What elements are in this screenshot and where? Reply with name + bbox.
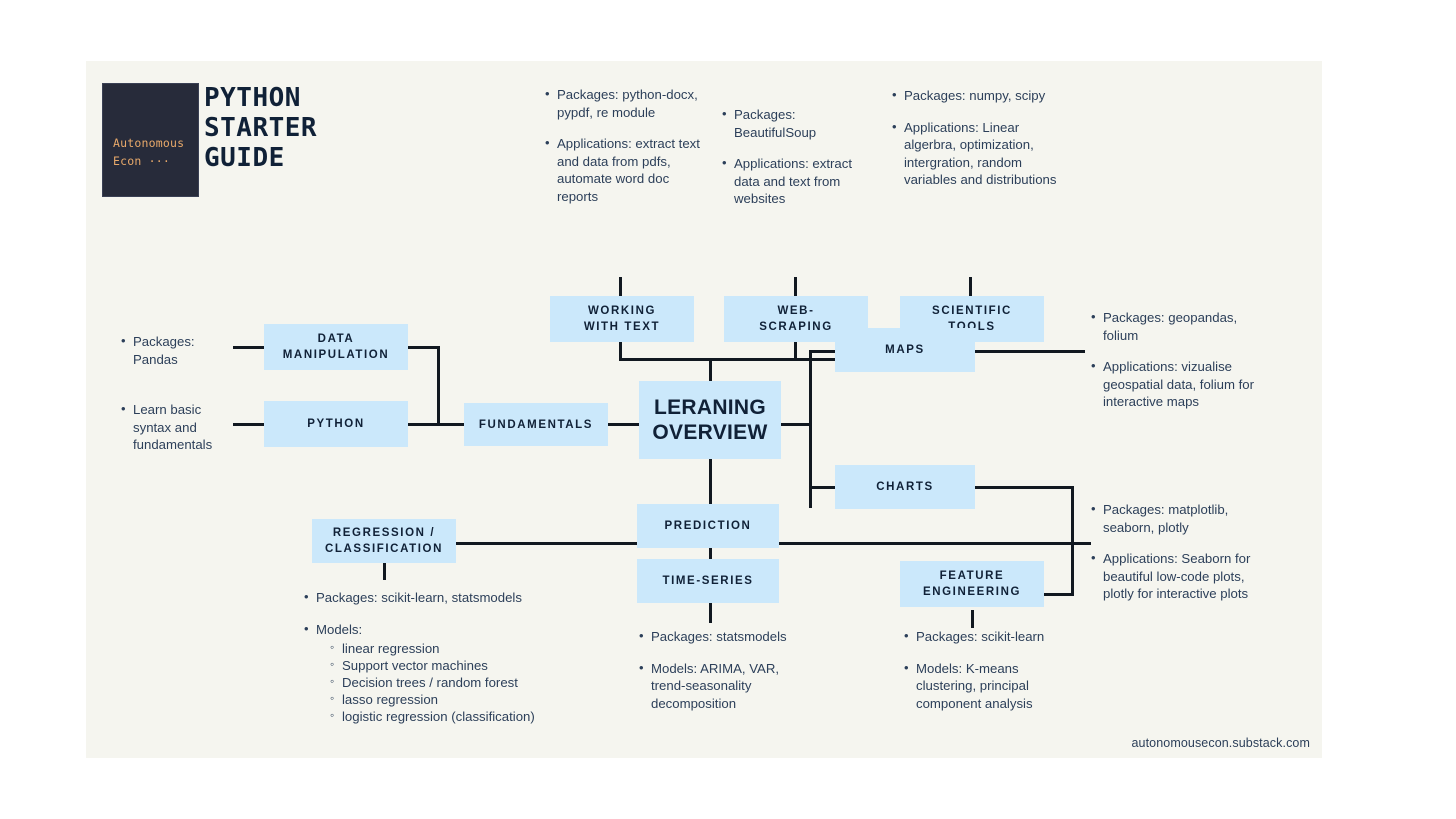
note-regression-classification: Packages: scikit-learn, statsmodels Mode… <box>304 588 644 726</box>
title-line-3: GUIDE <box>204 143 285 173</box>
node-python[interactable]: PYTHON <box>264 401 408 447</box>
diagram-canvas: Autonomous Econ ··· PYTHON STARTER GUIDE <box>86 61 1322 758</box>
note-item: Packages: scikit-learn, statsmodels <box>304 588 644 607</box>
logo-line-2: Econ ··· <box>113 154 170 168</box>
note-model-item: Decision trees / random forest <box>330 673 644 691</box>
connector-time-series-bottom <box>709 603 712 623</box>
note-item: Packages: python-docx, pypdf, re module <box>545 85 705 121</box>
connector-regression-bottom <box>383 561 386 580</box>
node-fundamentals[interactable]: FUNDAMENTALS <box>464 403 608 446</box>
connector-note-to-python <box>233 423 264 426</box>
logo-line-1: Autonomous <box>113 136 185 150</box>
node-feature-engineering[interactable]: FEATURE ENGINEERING <box>900 561 1044 607</box>
title-line-1: PYTHON <box>204 83 301 113</box>
brand-logo: Autonomous Econ ··· <box>102 83 199 197</box>
connector-charts-to-note <box>1071 542 1091 545</box>
note-item: Packages: matplotlib, seaborn, plotly <box>1091 500 1261 536</box>
note-item: Packages: geopandas, folium <box>1091 308 1261 344</box>
note-scientific-tools: Packages: numpy, scipy Applications: Lin… <box>892 86 1057 189</box>
connector-web-scraping-top <box>794 277 797 296</box>
connector-overview-right <box>781 423 812 426</box>
connector-note-to-data-manipulation <box>233 346 264 349</box>
node-regression-classification[interactable]: REGRESSION / CLASSIFICATION <box>312 519 456 563</box>
connector-scientific-tools-top <box>969 277 972 296</box>
connector-data-manipulation-drop <box>437 346 440 424</box>
note-feature-engineering: Packages: scikit-learn Models: K-means c… <box>904 627 1049 713</box>
note-model-item: logistic regression (classification) <box>330 707 644 725</box>
connector-overview-to-prediction <box>709 459 712 504</box>
note-models-label: Models: <box>316 621 363 637</box>
node-maps[interactable]: MAPS <box>835 328 975 372</box>
note-item: Learn basic syntax and fundamentals <box>121 400 226 454</box>
note-item: Packages: scikit-learn <box>904 627 1049 646</box>
note-item: Models: K-means clustering, principal co… <box>904 659 1049 713</box>
note-model-item: lasso regression <box>330 690 644 708</box>
note-web-scraping: Packages: BeautifulSoup Applications: ex… <box>722 105 872 208</box>
note-time-series: Packages: statsmodels Models: ARIMA, VAR… <box>639 627 794 713</box>
note-item: Applications: extract text and data from… <box>545 134 705 205</box>
note-item: Packages: Pandas <box>121 332 221 368</box>
note-charts: Packages: matplotlib, seaborn, plotly Ap… <box>1091 500 1261 603</box>
note-item: Applications: Linear algerbra, optimizat… <box>892 118 1057 189</box>
connector-maps-to-note <box>975 350 1085 353</box>
note-models-list: linear regression Support vector machine… <box>316 639 644 725</box>
note-item: Applications: extract data and text from… <box>722 154 872 208</box>
connector-python-to-fundamentals <box>407 423 464 426</box>
note-item: Packages: numpy, scipy <box>892 86 1057 105</box>
node-data-manipulation[interactable]: DATA MANIPULATION <box>264 324 408 370</box>
connector-charts-right <box>975 486 1074 489</box>
title-line-2: STARTER <box>204 113 318 143</box>
node-time-series[interactable]: TIME-SERIES <box>637 559 779 603</box>
connector-charts-drop <box>1071 486 1074 545</box>
node-learning-overview[interactable]: LERANING OVERVIEW <box>639 381 781 459</box>
connector-overview-right-vertical <box>809 350 812 508</box>
node-charts[interactable]: CHARTS <box>835 465 975 509</box>
node-working-with-text[interactable]: WORKING WITH TEXT <box>550 296 694 342</box>
note-working-with-text: Packages: python-docx, pypdf, re module … <box>545 85 705 205</box>
note-item: Applications: vizualise geospatial data,… <box>1091 357 1261 411</box>
connector-feature-engineering-bottom <box>971 610 974 628</box>
page-title: PYTHON STARTER GUIDE <box>204 83 317 173</box>
note-item: Packages: statsmodels <box>639 627 794 646</box>
note-model-item: linear regression <box>330 639 644 657</box>
node-prediction[interactable]: PREDICTION <box>637 504 779 548</box>
footer-url: autonomousecon.substack.com <box>1131 736 1310 750</box>
note-data-manipulation: Packages: Pandas <box>121 332 221 368</box>
connector-working-with-text-top <box>619 277 622 296</box>
note-item: Models: linear regression Support vector… <box>304 620 644 726</box>
note-maps: Packages: geopandas, folium Applications… <box>1091 308 1261 411</box>
connector-bus-to-feature-engineering-drop <box>1071 542 1074 596</box>
note-item: Packages: BeautifulSoup <box>722 105 872 141</box>
note-item: Applications: Seaborn for beautiful low-… <box>1091 549 1261 603</box>
note-model-item: Support vector machines <box>330 656 644 674</box>
note-python: Learn basic syntax and fundamentals <box>121 400 226 454</box>
connector-fundamentals-to-overview <box>608 423 640 426</box>
connector-prediction-bus-right <box>778 542 1074 545</box>
note-item: Models: ARIMA, VAR, trend-seasonality de… <box>639 659 794 713</box>
connector-data-manipulation-right <box>407 346 440 349</box>
